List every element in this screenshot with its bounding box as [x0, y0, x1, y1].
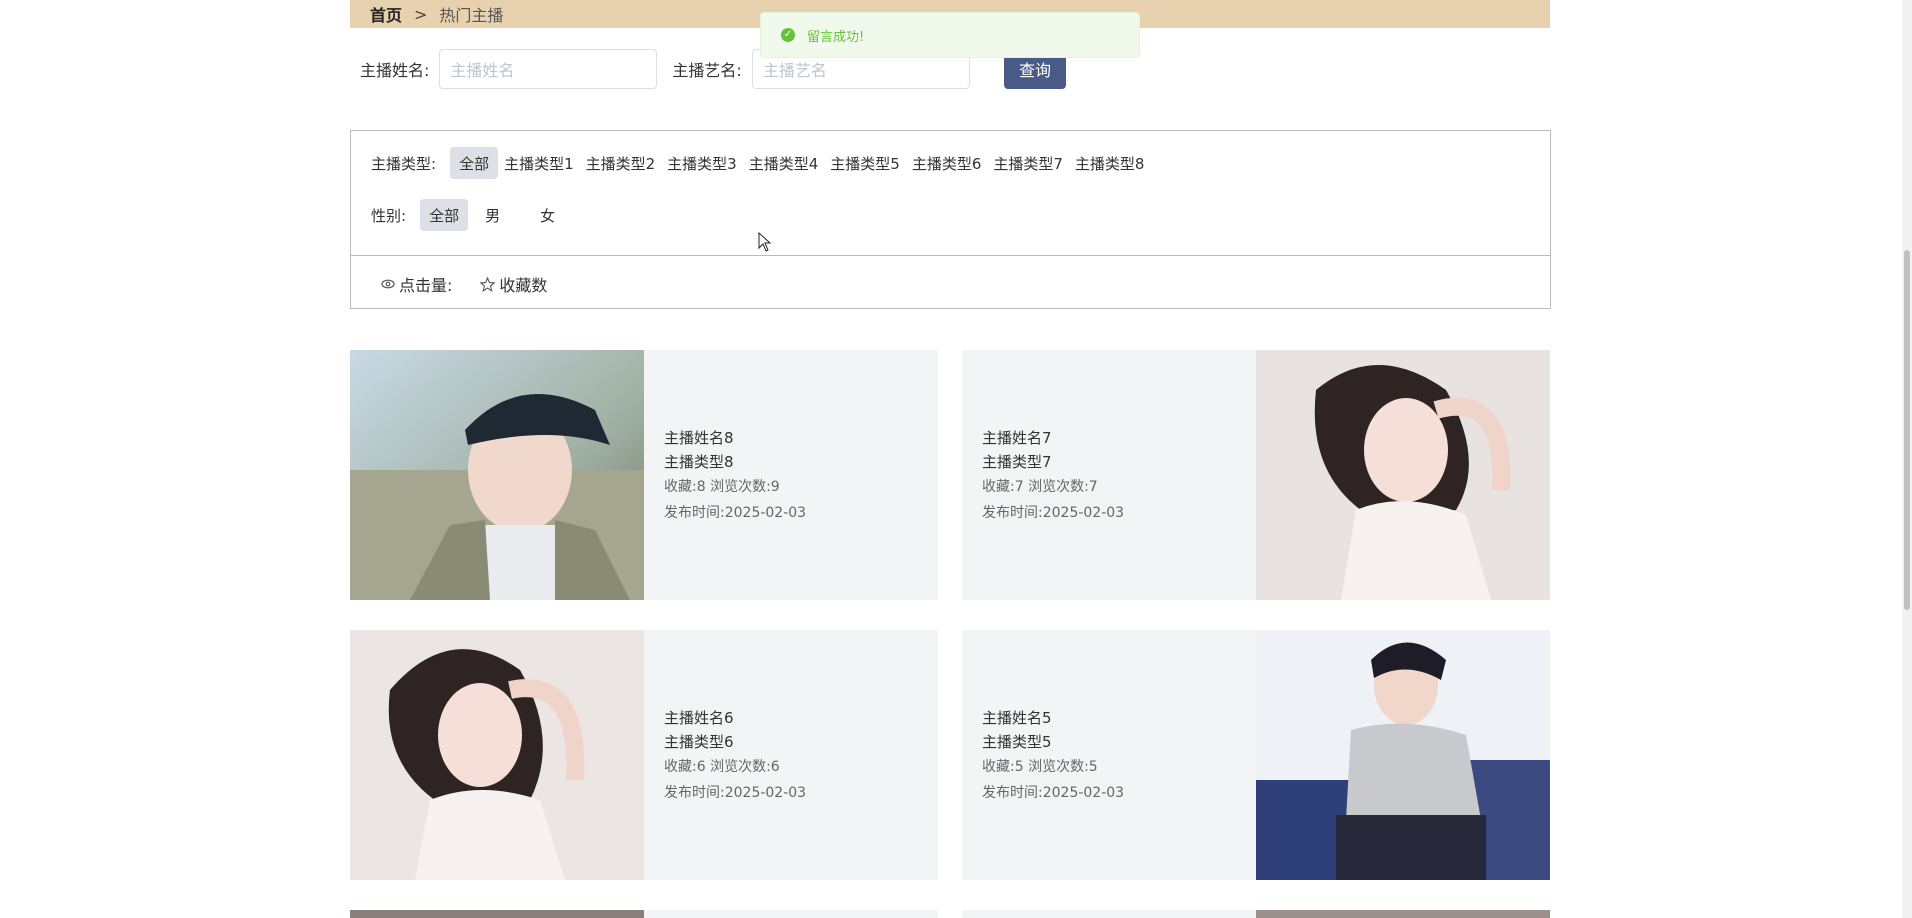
- anchor-card[interactable]: [350, 910, 938, 918]
- sort-row: 点击量: 收藏数: [381, 272, 547, 296]
- anchor-card[interactable]: 主播姓名8 主播类型8 收藏:8 浏览次数:9 发布时间:2025-02-03: [350, 350, 938, 600]
- sort-by-clicks-label: 点击量:: [399, 276, 453, 295]
- anchor-card[interactable]: 主播姓名7 主播类型7 收藏:7 浏览次数:7 发布时间:2025-02-03: [962, 350, 1550, 600]
- star-icon: [480, 276, 496, 292]
- anchor-publish-date: 发布时间:2025-02-03: [664, 505, 807, 521]
- sort-by-clicks[interactable]: 点击量:: [381, 272, 452, 296]
- anchor-stats: 收藏:6 浏览次数:6: [664, 759, 780, 775]
- anchor-type: 主播类型7: [982, 453, 1052, 471]
- anchor-name-input[interactable]: 主播姓名: [439, 49, 658, 89]
- anchor-photo[interactable]: [350, 630, 644, 880]
- type-filter-7[interactable]: 主播类型7: [987, 147, 1069, 179]
- anchor-photo[interactable]: [1256, 910, 1550, 918]
- anchor-name-placeholder: 主播姓名: [450, 61, 515, 80]
- anchor-photo[interactable]: [1256, 350, 1550, 600]
- anchor-card-info: 主播姓名6 主播类型6 收藏:6 浏览次数:6 发布时间:2025-02-03: [664, 706, 806, 806]
- anchor-name: 主播姓名7: [982, 429, 1052, 447]
- gender-filter-all[interactable]: 全部: [420, 199, 469, 231]
- type-filter-label: 主播类型:: [371, 154, 437, 173]
- filter-panel: 主播类型: 全部 主播类型1 主播类型2 主播类型3 主播类型4 主播类型5 主…: [350, 130, 1551, 309]
- anchor-publish-date: 发布时间:2025-02-03: [982, 505, 1125, 521]
- anchor-photo[interactable]: [350, 350, 644, 600]
- sort-by-favorites-label: 收藏数: [499, 276, 548, 295]
- anchor-type: 主播类型5: [982, 733, 1052, 751]
- toast-message: 留言成功!: [807, 29, 865, 45]
- gender-filter-label: 性别:: [371, 206, 407, 225]
- anchor-stage-name-label: 主播艺名:: [672, 61, 742, 80]
- gender-filter-female[interactable]: 女: [531, 199, 564, 231]
- anchor-type: 主播类型8: [664, 453, 734, 471]
- anchor-name: 主播姓名6: [664, 709, 734, 727]
- type-filter-all[interactable]: 全部: [450, 147, 499, 179]
- anchor-name: 主播姓名5: [982, 709, 1052, 727]
- gender-filter-row: 性别: 全部 男 女: [371, 199, 564, 231]
- page-scrollbar[interactable]: [1902, 0, 1912, 918]
- anchor-stage-name-placeholder: 主播艺名: [762, 61, 827, 80]
- type-filter-1[interactable]: 主播类型1: [498, 147, 580, 179]
- anchor-name-label: 主播姓名:: [360, 61, 430, 80]
- anchor-publish-date: 发布时间:2025-02-03: [982, 785, 1125, 801]
- check-circle-icon: ✓: [781, 28, 795, 42]
- success-toast: ✓ 留言成功!: [760, 12, 1140, 58]
- anchor-card[interactable]: [962, 910, 1550, 918]
- type-filter-3[interactable]: 主播类型3: [661, 147, 743, 179]
- type-filter-8[interactable]: 主播类型8: [1069, 147, 1151, 179]
- type-filter-5[interactable]: 主播类型5: [824, 147, 906, 179]
- anchor-stats: 收藏:8 浏览次数:9: [664, 479, 780, 495]
- anchor-name: 主播姓名8: [664, 429, 734, 447]
- anchor-photo[interactable]: [1256, 630, 1550, 880]
- type-filter-6[interactable]: 主播类型6: [906, 147, 988, 179]
- breadcrumb-current: 热门主播: [439, 6, 504, 25]
- anchor-card[interactable]: 主播姓名6 主播类型6 收藏:6 浏览次数:6 发布时间:2025-02-03: [350, 630, 938, 880]
- breadcrumb-home[interactable]: 首页: [370, 2, 402, 26]
- breadcrumb-separator: >: [414, 4, 428, 24]
- anchor-card-info: 主播姓名5 主播类型5 收藏:5 浏览次数:5 发布时间:2025-02-03: [982, 706, 1124, 806]
- sort-by-favorites[interactable]: 收藏数: [480, 272, 547, 296]
- anchor-publish-date: 发布时间:2025-02-03: [664, 785, 807, 801]
- mouse-cursor-icon: [758, 232, 772, 252]
- scrollbar-thumb[interactable]: [1904, 250, 1910, 610]
- type-filter-4[interactable]: 主播类型4: [743, 147, 825, 179]
- anchor-card[interactable]: 主播姓名5 主播类型5 收藏:5 浏览次数:5 发布时间:2025-02-03: [962, 630, 1550, 880]
- eye-icon: [381, 279, 395, 289]
- anchor-stats: 收藏:5 浏览次数:5: [982, 759, 1098, 775]
- anchor-type: 主播类型6: [664, 733, 734, 751]
- type-filter-row: 主播类型: 全部 主播类型1 主播类型2 主播类型3 主播类型4 主播类型5 主…: [371, 147, 1150, 179]
- anchor-stats: 收藏:7 浏览次数:7: [982, 479, 1098, 495]
- type-filter-2[interactable]: 主播类型2: [580, 147, 662, 179]
- gender-filter-male[interactable]: 男: [476, 199, 509, 231]
- filter-divider: [351, 255, 1550, 256]
- anchor-card-info: 主播姓名8 主播类型8 收藏:8 浏览次数:9 发布时间:2025-02-03: [664, 426, 806, 526]
- anchor-card-info: 主播姓名7 主播类型7 收藏:7 浏览次数:7 发布时间:2025-02-03: [982, 426, 1124, 526]
- anchor-photo[interactable]: [350, 910, 644, 918]
